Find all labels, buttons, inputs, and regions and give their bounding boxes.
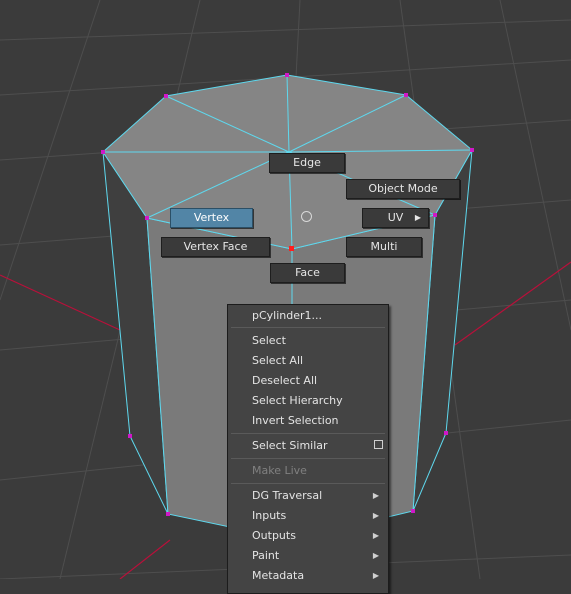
marking-vertex-face[interactable]: Vertex Face: [161, 237, 270, 257]
menu-item-select-similar[interactable]: Select Similar: [228, 436, 388, 456]
marking-menu-center-icon: [301, 211, 312, 222]
menu-item-select[interactable]: Select: [228, 331, 388, 351]
menu-item-label: Make Live: [252, 464, 307, 477]
menu-item-deselect-all[interactable]: Deselect All: [228, 371, 388, 391]
menu-title[interactable]: pCylinder1...: [228, 306, 388, 326]
menu-item-label: Select All: [252, 354, 304, 367]
menu-item-label: Select Hierarchy: [252, 394, 343, 407]
submenu-arrow-icon: ▶: [414, 213, 421, 222]
submenu-arrow-icon: ▶: [372, 491, 379, 500]
menu-separator: [231, 483, 385, 484]
marking-edge[interactable]: Edge: [269, 153, 345, 173]
menu-item-dg-traversal[interactable]: DG Traversal ▶: [228, 486, 388, 506]
menu-separator: [231, 327, 385, 328]
menu-separator: [231, 433, 385, 434]
menu-item-label: Inputs: [252, 509, 287, 522]
menu-item-paint[interactable]: Paint ▶: [228, 546, 388, 566]
submenu-arrow-icon: ▶: [372, 571, 379, 580]
option-box-icon[interactable]: [374, 440, 383, 449]
submenu-arrow-icon: ▶: [372, 551, 379, 560]
menu-item-select-hierarchy[interactable]: Select Hierarchy: [228, 391, 388, 411]
marking-uv[interactable]: UV ▶: [362, 208, 429, 228]
marking-multi[interactable]: Multi: [346, 237, 422, 257]
marking-vertex[interactable]: Vertex: [170, 208, 253, 228]
menu-item-select-all[interactable]: Select All: [228, 351, 388, 371]
context-menu: pCylinder1... Select Select All Deselect…: [227, 304, 389, 594]
menu-item-inputs[interactable]: Inputs ▶: [228, 506, 388, 526]
menu-item-label: Deselect All: [252, 374, 318, 387]
marking-uv-label: UV: [387, 211, 404, 224]
menu-item-label: Outputs: [252, 529, 296, 542]
menu-separator: [231, 458, 385, 459]
menu-item-metadata[interactable]: Metadata ▶: [228, 566, 388, 586]
marking-object-mode[interactable]: Object Mode: [346, 179, 460, 199]
menu-item-label: Paint: [252, 549, 280, 562]
menu-title-label: pCylinder1...: [252, 309, 323, 322]
submenu-arrow-icon: ▶: [372, 511, 379, 520]
submenu-arrow-icon: ▶: [372, 531, 379, 540]
menu-item-label: Metadata: [252, 569, 305, 582]
marking-face[interactable]: Face: [270, 263, 345, 283]
menu-item-label: DG Traversal: [252, 489, 323, 502]
menu-item-outputs[interactable]: Outputs ▶: [228, 526, 388, 546]
menu-item-label: Select: [252, 334, 286, 347]
menu-item-label: Select Similar: [252, 439, 328, 452]
menu-item-invert-selection[interactable]: Invert Selection: [228, 411, 388, 431]
selected-vertex: [289, 246, 294, 251]
menu-item-make-live: Make Live: [228, 461, 388, 481]
menu-item-label: Invert Selection: [252, 414, 339, 427]
